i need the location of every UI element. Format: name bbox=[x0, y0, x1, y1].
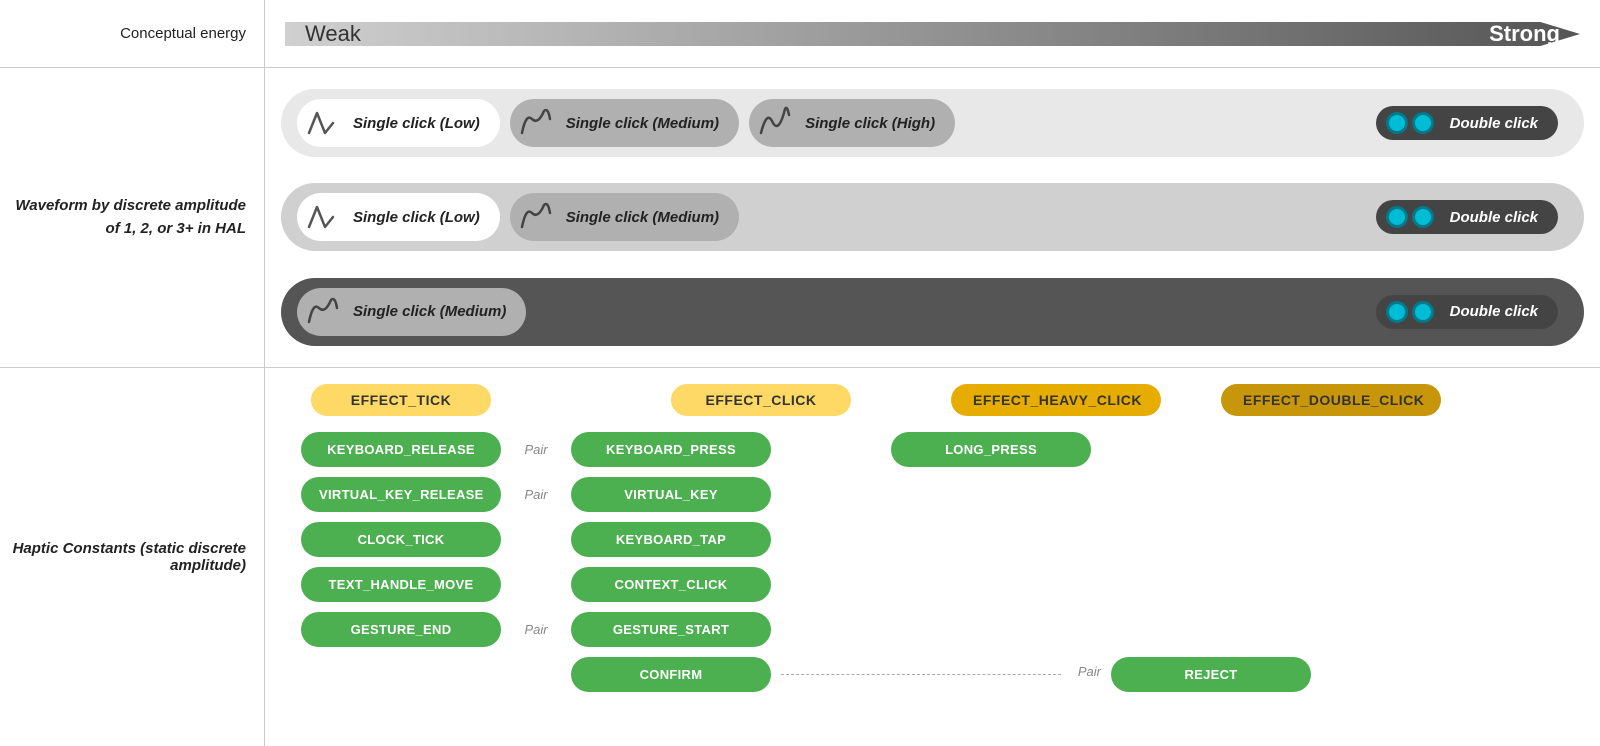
haptic-constants-label: Haptic Constants (static discrete amplit… bbox=[0, 368, 264, 746]
waveform-strip-1: Single click (Low) Single click (Medium)… bbox=[281, 89, 1584, 157]
label-column: Conceptual energy Waveform by discrete a… bbox=[0, 0, 265, 746]
energy-bar: Weak Strong bbox=[285, 14, 1580, 54]
haptic-row-1: KEYBOARD_RELEASE Pair KEYBOARD_PRESS LON… bbox=[281, 432, 1584, 467]
conceptual-energy-label: Conceptual energy bbox=[0, 0, 264, 68]
keyboard-release-btn[interactable]: KEYBOARD_RELEASE bbox=[301, 432, 501, 467]
virtual-key-release-btn[interactable]: VIRTUAL_KEY_RELEASE bbox=[301, 477, 501, 512]
haptic-row-6: CONFIRM Pair REJECT bbox=[281, 657, 1584, 692]
double-click-icon-1 bbox=[1386, 112, 1434, 134]
keyboard-press-btn[interactable]: KEYBOARD_PRESS bbox=[571, 432, 771, 467]
reject-btn[interactable]: REJECT bbox=[1111, 657, 1311, 692]
double-click-icon-2 bbox=[1386, 206, 1434, 228]
haptic-row-4: TEXT_HANDLE_MOVE CONTEXT_CLICK bbox=[281, 567, 1584, 602]
double-click-icon-3 bbox=[1386, 301, 1434, 323]
keyboard-tap-btn[interactable]: KEYBOARD_TAP bbox=[571, 522, 771, 557]
content-column: Weak Strong Single click (Low) bbox=[265, 0, 1600, 746]
wave-high-icon-1 bbox=[759, 105, 795, 141]
wave-low-icon-2 bbox=[307, 199, 343, 235]
waveform-pill-low-1: Single click (Low) bbox=[297, 99, 500, 147]
pair-label-confirm: Pair bbox=[1078, 664, 1101, 679]
energy-strong-label: Strong bbox=[1489, 21, 1560, 47]
text-handle-move-btn[interactable]: TEXT_HANDLE_MOVE bbox=[301, 567, 501, 602]
energy-row: Weak Strong bbox=[265, 0, 1600, 68]
pair-label-5: Pair bbox=[501, 622, 571, 637]
haptic-row: EFFECT_TICK EFFECT_CLICK EFFECT_HEAVY_CL… bbox=[265, 368, 1600, 746]
effect-heavy-click-badge: EFFECT_HEAVY_CLICK bbox=[951, 384, 1161, 416]
wave-low-icon-1 bbox=[307, 105, 343, 141]
haptic-row-2: VIRTUAL_KEY_RELEASE Pair VIRTUAL_KEY bbox=[281, 477, 1584, 512]
energy-weak-label: Weak bbox=[305, 21, 361, 47]
haptic-row-5: GESTURE_END Pair GESTURE_START bbox=[281, 612, 1584, 647]
waveform-pill-high-1: Single click (High) bbox=[749, 99, 955, 147]
confirm-pair-connector: Pair bbox=[771, 674, 1111, 675]
waveform-pill-double-2: Double click bbox=[1376, 200, 1558, 234]
context-click-btn[interactable]: CONTEXT_CLICK bbox=[571, 567, 771, 602]
main-container: Conceptual energy Waveform by discrete a… bbox=[0, 0, 1600, 746]
gesture-end-btn[interactable]: GESTURE_END bbox=[301, 612, 501, 647]
gesture-start-btn[interactable]: GESTURE_START bbox=[571, 612, 771, 647]
haptic-row-3: CLOCK_TICK KEYBOARD_TAP bbox=[281, 522, 1584, 557]
waveform-label: Waveform by discrete amplitude of 1, 2, … bbox=[0, 68, 264, 368]
pair-label-2: Pair bbox=[501, 487, 571, 502]
waveform-pill-low-2: Single click (Low) bbox=[297, 193, 500, 241]
clock-tick-btn[interactable]: CLOCK_TICK bbox=[301, 522, 501, 557]
long-press-btn[interactable]: LONG_PRESS bbox=[891, 432, 1091, 467]
waveform-strip-3: Single click (Medium) Double click bbox=[281, 278, 1584, 346]
waveform-row: Single click (Low) Single click (Medium)… bbox=[265, 68, 1600, 368]
waveform-strip-2: Single click (Low) Single click (Medium) bbox=[281, 183, 1584, 251]
virtual-key-btn[interactable]: VIRTUAL_KEY bbox=[571, 477, 771, 512]
wave-medium-icon-2 bbox=[520, 199, 556, 235]
waveform-pill-medium-1: Single click (Medium) bbox=[510, 99, 739, 147]
waveform-pill-double-1: Double click bbox=[1376, 106, 1558, 140]
wave-medium-icon-1 bbox=[520, 105, 556, 141]
waveform-pill-medium-2: Single click (Medium) bbox=[510, 193, 739, 241]
wave-medium-icon-3 bbox=[307, 294, 343, 330]
waveform-pill-double-3: Double click bbox=[1376, 295, 1558, 329]
effect-tick-badge: EFFECT_TICK bbox=[311, 384, 491, 416]
energy-arrow-svg bbox=[285, 14, 1580, 54]
waveform-pill-medium-3: Single click (Medium) bbox=[297, 288, 526, 336]
effect-label-row: EFFECT_TICK EFFECT_CLICK EFFECT_HEAVY_CL… bbox=[281, 384, 1584, 416]
effect-double-click-badge: EFFECT_DOUBLE_CLICK bbox=[1221, 384, 1441, 416]
effect-click-badge: EFFECT_CLICK bbox=[671, 384, 851, 416]
haptic-buttons-area: KEYBOARD_RELEASE Pair KEYBOARD_PRESS LON… bbox=[281, 428, 1584, 738]
pair-label-1: Pair bbox=[501, 442, 571, 457]
confirm-btn[interactable]: CONFIRM bbox=[571, 657, 771, 692]
